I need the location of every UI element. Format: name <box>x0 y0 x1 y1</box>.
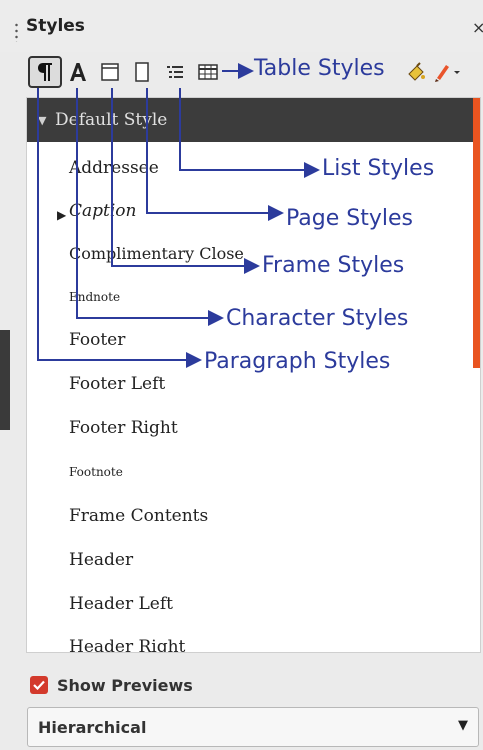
list-item[interactable]: Frame Contents <box>69 506 208 526</box>
frame-styles-button[interactable] <box>98 56 122 88</box>
list-item[interactable]: Footnote <box>69 465 123 479</box>
frame-icon <box>101 63 119 81</box>
list-item-caption[interactable]: Caption <box>69 201 136 221</box>
panel-title: Styles <box>26 16 85 36</box>
show-previews-checkbox[interactable]: Show Previews <box>30 672 193 698</box>
paragraph-styles-button[interactable] <box>28 56 62 88</box>
styles-list[interactable]: ▼ Default Style Addressee ▶ Caption Comp… <box>26 97 481 653</box>
paint-bucket-icon <box>406 62 426 82</box>
chevron-down-icon: ▼ <box>458 718 468 733</box>
list-item[interactable]: Footer Right <box>69 418 178 438</box>
styles-toolbar <box>18 56 483 90</box>
page-styles-button[interactable] <box>130 56 154 88</box>
character-styles-button[interactable] <box>66 56 90 88</box>
scrollbar[interactable] <box>473 98 480 368</box>
list-styles-button[interactable] <box>163 56 187 88</box>
drag-handle-icon[interactable] <box>15 22 18 42</box>
list-item[interactable]: Header Right <box>69 637 185 652</box>
collapsed-triangle-icon[interactable]: ▶ <box>57 208 66 222</box>
list-item-label: Default Style <box>55 110 168 130</box>
table-icon <box>198 64 218 80</box>
style-filter-dropdown[interactable]: Hierarchical ▼ <box>27 707 479 747</box>
list-item[interactable]: Footer Left <box>69 374 165 394</box>
brush-icon <box>433 62 461 82</box>
letter-a-icon <box>69 62 87 82</box>
expanded-triangle-icon[interactable]: ▼ <box>38 114 46 127</box>
list-item[interactable]: Endnote <box>69 290 120 304</box>
list-item[interactable]: Addressee <box>69 158 159 178</box>
dropdown-value: Hierarchical <box>38 718 147 737</box>
list-item[interactable]: Footer <box>69 330 125 350</box>
page-icon <box>135 62 149 82</box>
list-item[interactable]: Header <box>69 550 133 570</box>
table-styles-button[interactable] <box>195 56 221 88</box>
list-item-default-style[interactable]: ▼ Default Style <box>27 98 473 142</box>
list-icon <box>166 64 184 80</box>
new-style-menu-button[interactable] <box>432 56 462 88</box>
close-button[interactable]: × <box>472 18 483 37</box>
fill-format-mode-button[interactable] <box>404 56 428 88</box>
panel-titlebar: Styles × <box>0 0 483 52</box>
show-previews-label: Show Previews <box>57 675 193 695</box>
pilcrow-icon <box>37 62 53 82</box>
checkbox-checked-icon[interactable] <box>30 676 48 694</box>
list-item[interactable]: Header Left <box>69 594 173 614</box>
dock-edge <box>0 330 10 430</box>
list-item[interactable]: Complimentary Close <box>69 244 244 263</box>
